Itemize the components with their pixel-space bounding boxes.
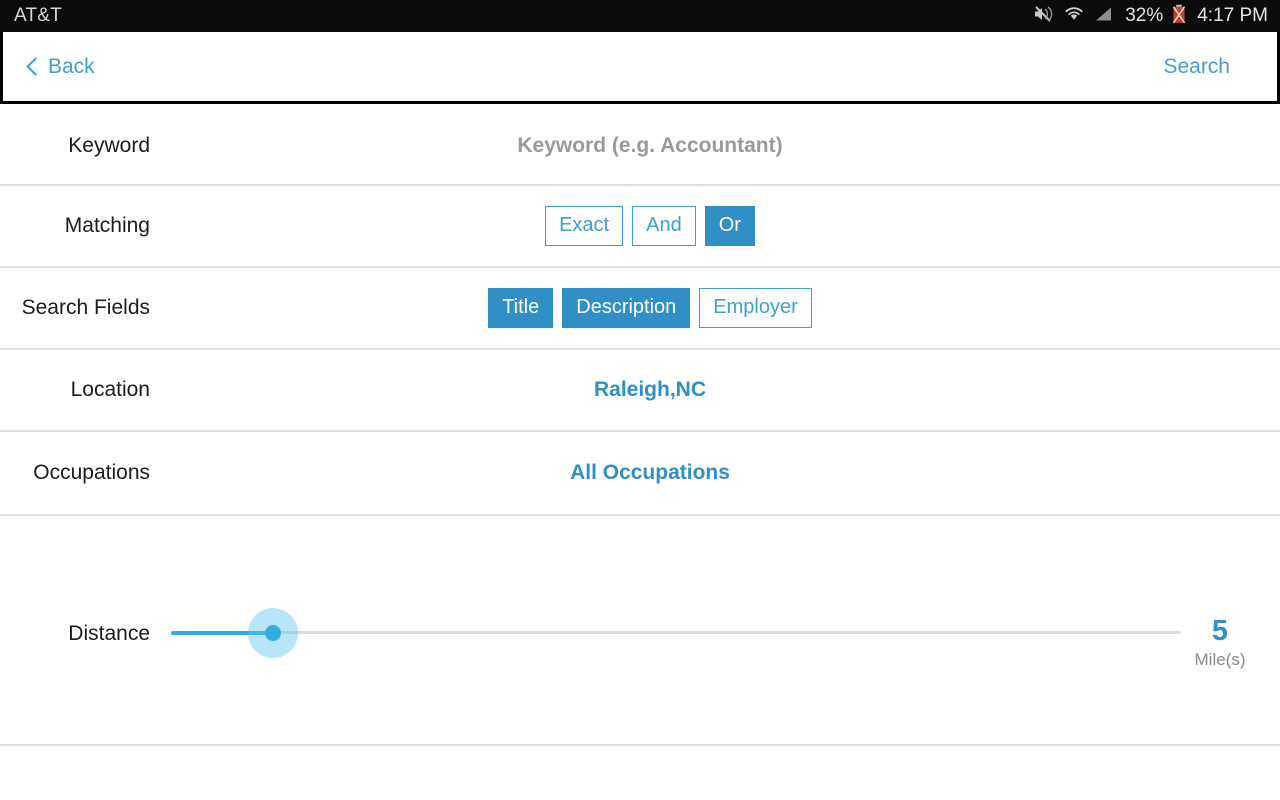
search-fields-option-description[interactable]: Description	[562, 288, 691, 328]
distance-readout: 5 Mile(s)	[1160, 614, 1280, 671]
matching-option-and[interactable]: And	[632, 206, 696, 246]
search-form-list: Keyword Matching Exact And Or Search Fie…	[0, 107, 1280, 516]
matching-option-or[interactable]: Or	[704, 206, 755, 246]
row-search-fields-label: Search Fields	[21, 296, 150, 319]
distance-slider[interactable]	[171, 608, 1181, 658]
clock-label: 4:17 PM	[1197, 5, 1268, 26]
distance-value: 5	[1211, 615, 1229, 647]
battery-percent-label: 32%	[1125, 5, 1164, 26]
row-occupations-label: Occupations	[33, 461, 150, 484]
status-bar: AT&T 32% 4:17 PM	[0, 0, 1280, 32]
row-keyword-value	[150, 133, 1280, 158]
row-location-value: Raleigh,NC	[150, 378, 1280, 402]
matching-option-group: Exact And Or	[545, 206, 755, 246]
row-keyword[interactable]: Keyword	[0, 107, 1280, 186]
row-matching: Matching Exact And Or	[0, 186, 1280, 268]
location-value-link[interactable]: Raleigh,NC	[594, 378, 706, 402]
search-fields-option-title[interactable]: Title	[488, 288, 554, 328]
row-matching-value: Exact And Or	[150, 206, 1280, 246]
row-distance-label: Distance	[68, 622, 150, 645]
keyword-input[interactable]	[390, 133, 910, 158]
back-button-label: Back	[48, 54, 95, 78]
back-button[interactable]: Back	[26, 54, 95, 79]
battery-icon	[1172, 4, 1186, 29]
row-occupations-value: All Occupations	[150, 461, 1280, 485]
row-keyword-label: Keyword	[68, 133, 150, 157]
wifi-icon	[1063, 5, 1085, 28]
search-button[interactable]: Search	[1163, 55, 1230, 79]
row-distance: Distance 5 Mile(s)	[0, 516, 1280, 746]
carrier-label: AT&T	[14, 5, 62, 26]
row-location[interactable]: Location Raleigh,NC	[0, 350, 1280, 432]
signal-icon	[1094, 5, 1114, 28]
slider-track	[171, 631, 1181, 634]
slider-thumb-dot	[265, 625, 281, 641]
row-search-fields: Search Fields Title Description Employer	[0, 268, 1280, 350]
mute-icon	[1032, 5, 1054, 28]
matching-option-exact[interactable]: Exact	[545, 206, 624, 246]
occupations-value-link[interactable]: All Occupations	[570, 461, 730, 485]
status-icons-group: 32% 4:17 PM	[1032, 0, 1268, 32]
navigation-bar: Back Search	[0, 32, 1280, 104]
row-matching-label: Matching	[64, 214, 150, 237]
row-search-fields-value: Title Description Employer	[150, 288, 1280, 328]
distance-units-label: Mile(s)	[1194, 650, 1246, 669]
search-fields-option-group: Title Description Employer	[488, 288, 812, 328]
search-fields-option-employer[interactable]: Employer	[699, 288, 812, 328]
chevron-left-icon	[26, 56, 45, 76]
row-occupations[interactable]: Occupations All Occupations	[0, 432, 1280, 516]
row-location-label: Location	[70, 378, 150, 401]
